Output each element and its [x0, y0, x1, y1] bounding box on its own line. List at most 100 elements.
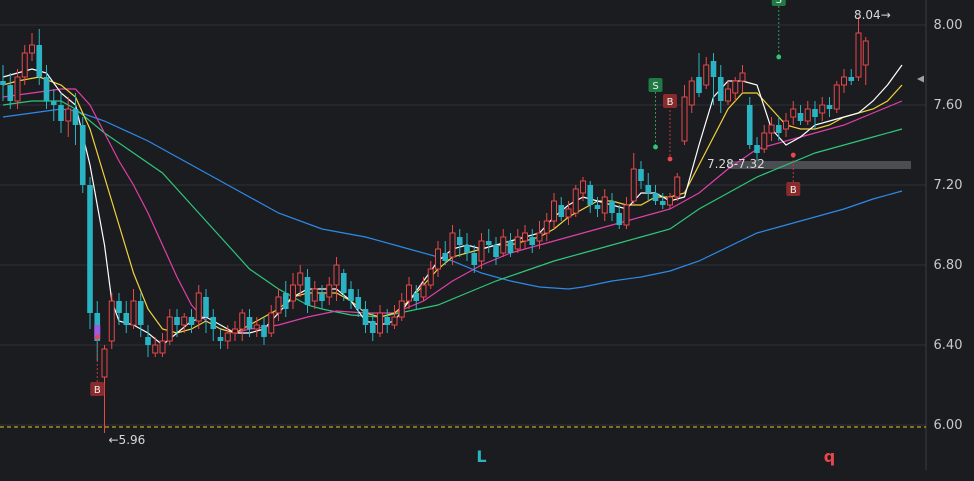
- candle: [558, 197, 565, 221]
- candle-body: [485, 241, 492, 245]
- candle: [108, 293, 115, 349]
- candle-body: [688, 80, 695, 106]
- ma-white-line: [2, 64, 903, 346]
- candle: [587, 181, 594, 213]
- candle-body: [623, 204, 630, 226]
- candle: [43, 65, 50, 109]
- candle-body: [188, 317, 195, 325]
- candle: [116, 293, 122, 325]
- candle-body: [703, 64, 710, 86]
- candle-body: [14, 76, 21, 102]
- signal-label: S: [776, 0, 782, 6]
- candle-body: [29, 44, 35, 54]
- candle: [543, 213, 550, 241]
- candle-body: [355, 297, 362, 309]
- candle-body: [203, 297, 209, 317]
- candle: [529, 229, 536, 253]
- candlestick-chart: BSBSB 8.04→←5.967.28-7.32L q 8.007.607.20…: [0, 0, 963, 470]
- candle: [500, 229, 507, 257]
- candle: [326, 277, 333, 305]
- candle-body: [232, 328, 238, 334]
- price-annotation: 8.04→: [854, 8, 891, 22]
- candle: [725, 81, 731, 105]
- candle: [391, 305, 398, 329]
- candle-body: [58, 105, 64, 121]
- candle-body: [239, 312, 246, 330]
- candle-body: [609, 201, 615, 213]
- candle-body: [442, 253, 449, 261]
- candle-body: [384, 317, 391, 325]
- candle: [616, 205, 623, 229]
- candle-body: [65, 108, 72, 122]
- candle-body: [195, 292, 202, 322]
- candle-body: [572, 188, 579, 214]
- candle-body: [362, 309, 369, 325]
- signal-label: B: [790, 185, 797, 196]
- candle: [717, 65, 724, 113]
- marker-label: L: [476, 447, 486, 466]
- candle-body: [246, 317, 253, 329]
- candle: [623, 197, 630, 229]
- candle-body: [116, 301, 122, 313]
- candle-body: [0, 81, 6, 85]
- candle-body: [333, 264, 340, 286]
- candle-body: [841, 76, 847, 86]
- candle: [848, 69, 855, 85]
- signal-dot: [790, 152, 796, 158]
- candle: [819, 97, 826, 121]
- candle-body: [275, 296, 282, 314]
- candle-body: [587, 185, 594, 205]
- candle-body: [529, 237, 536, 245]
- marker-label: q: [824, 447, 835, 466]
- candle-body: [319, 293, 325, 301]
- candle-body: [696, 77, 702, 93]
- grid: [0, 0, 927, 470]
- candle: [210, 309, 217, 341]
- candle: [833, 81, 840, 113]
- candle-body: [543, 220, 550, 234]
- candle-body: [464, 245, 470, 253]
- candle-body: [79, 125, 86, 185]
- candle-body: [87, 185, 93, 313]
- candle-body: [478, 240, 485, 262]
- price-axis: 8.00 7.60 7.20 6.80 6.40 6.00: [934, 18, 963, 433]
- candle: [514, 229, 521, 253]
- candle: [130, 289, 137, 329]
- candle-body: [536, 232, 543, 242]
- candle-body: [145, 337, 151, 345]
- candle-body: [667, 196, 673, 206]
- candle: [688, 77, 695, 113]
- candle-body: [123, 313, 130, 325]
- candle-body: [253, 324, 260, 330]
- candle: [855, 17, 862, 81]
- candle: [761, 125, 768, 153]
- candle-body: [7, 85, 14, 101]
- candle-body: [862, 40, 869, 66]
- candle-body: [166, 316, 173, 342]
- candle-body: [710, 61, 717, 77]
- candle-body: [369, 321, 376, 333]
- candle-body: [304, 277, 311, 305]
- candle-body: [406, 284, 412, 302]
- candle-body: [449, 232, 456, 258]
- candle-body: [601, 196, 608, 214]
- signal-sell: S: [648, 78, 663, 150]
- signal-label: S: [652, 81, 658, 92]
- candle: [464, 233, 470, 261]
- candle: [797, 105, 804, 125]
- candle: [282, 281, 289, 317]
- candle-body: [50, 101, 57, 105]
- candle: [652, 185, 659, 205]
- candle-body: [471, 253, 478, 265]
- candle: [268, 305, 275, 337]
- candle: [609, 193, 615, 221]
- candle: [696, 53, 702, 97]
- candle-body: [522, 232, 528, 242]
- signal-label: B: [667, 97, 674, 108]
- candle: [0, 65, 6, 101]
- y-tick-label: 6.80: [934, 258, 963, 273]
- candle-body: [377, 312, 383, 334]
- candle-body: [268, 312, 275, 334]
- candle: [456, 229, 463, 257]
- candle: [768, 117, 775, 141]
